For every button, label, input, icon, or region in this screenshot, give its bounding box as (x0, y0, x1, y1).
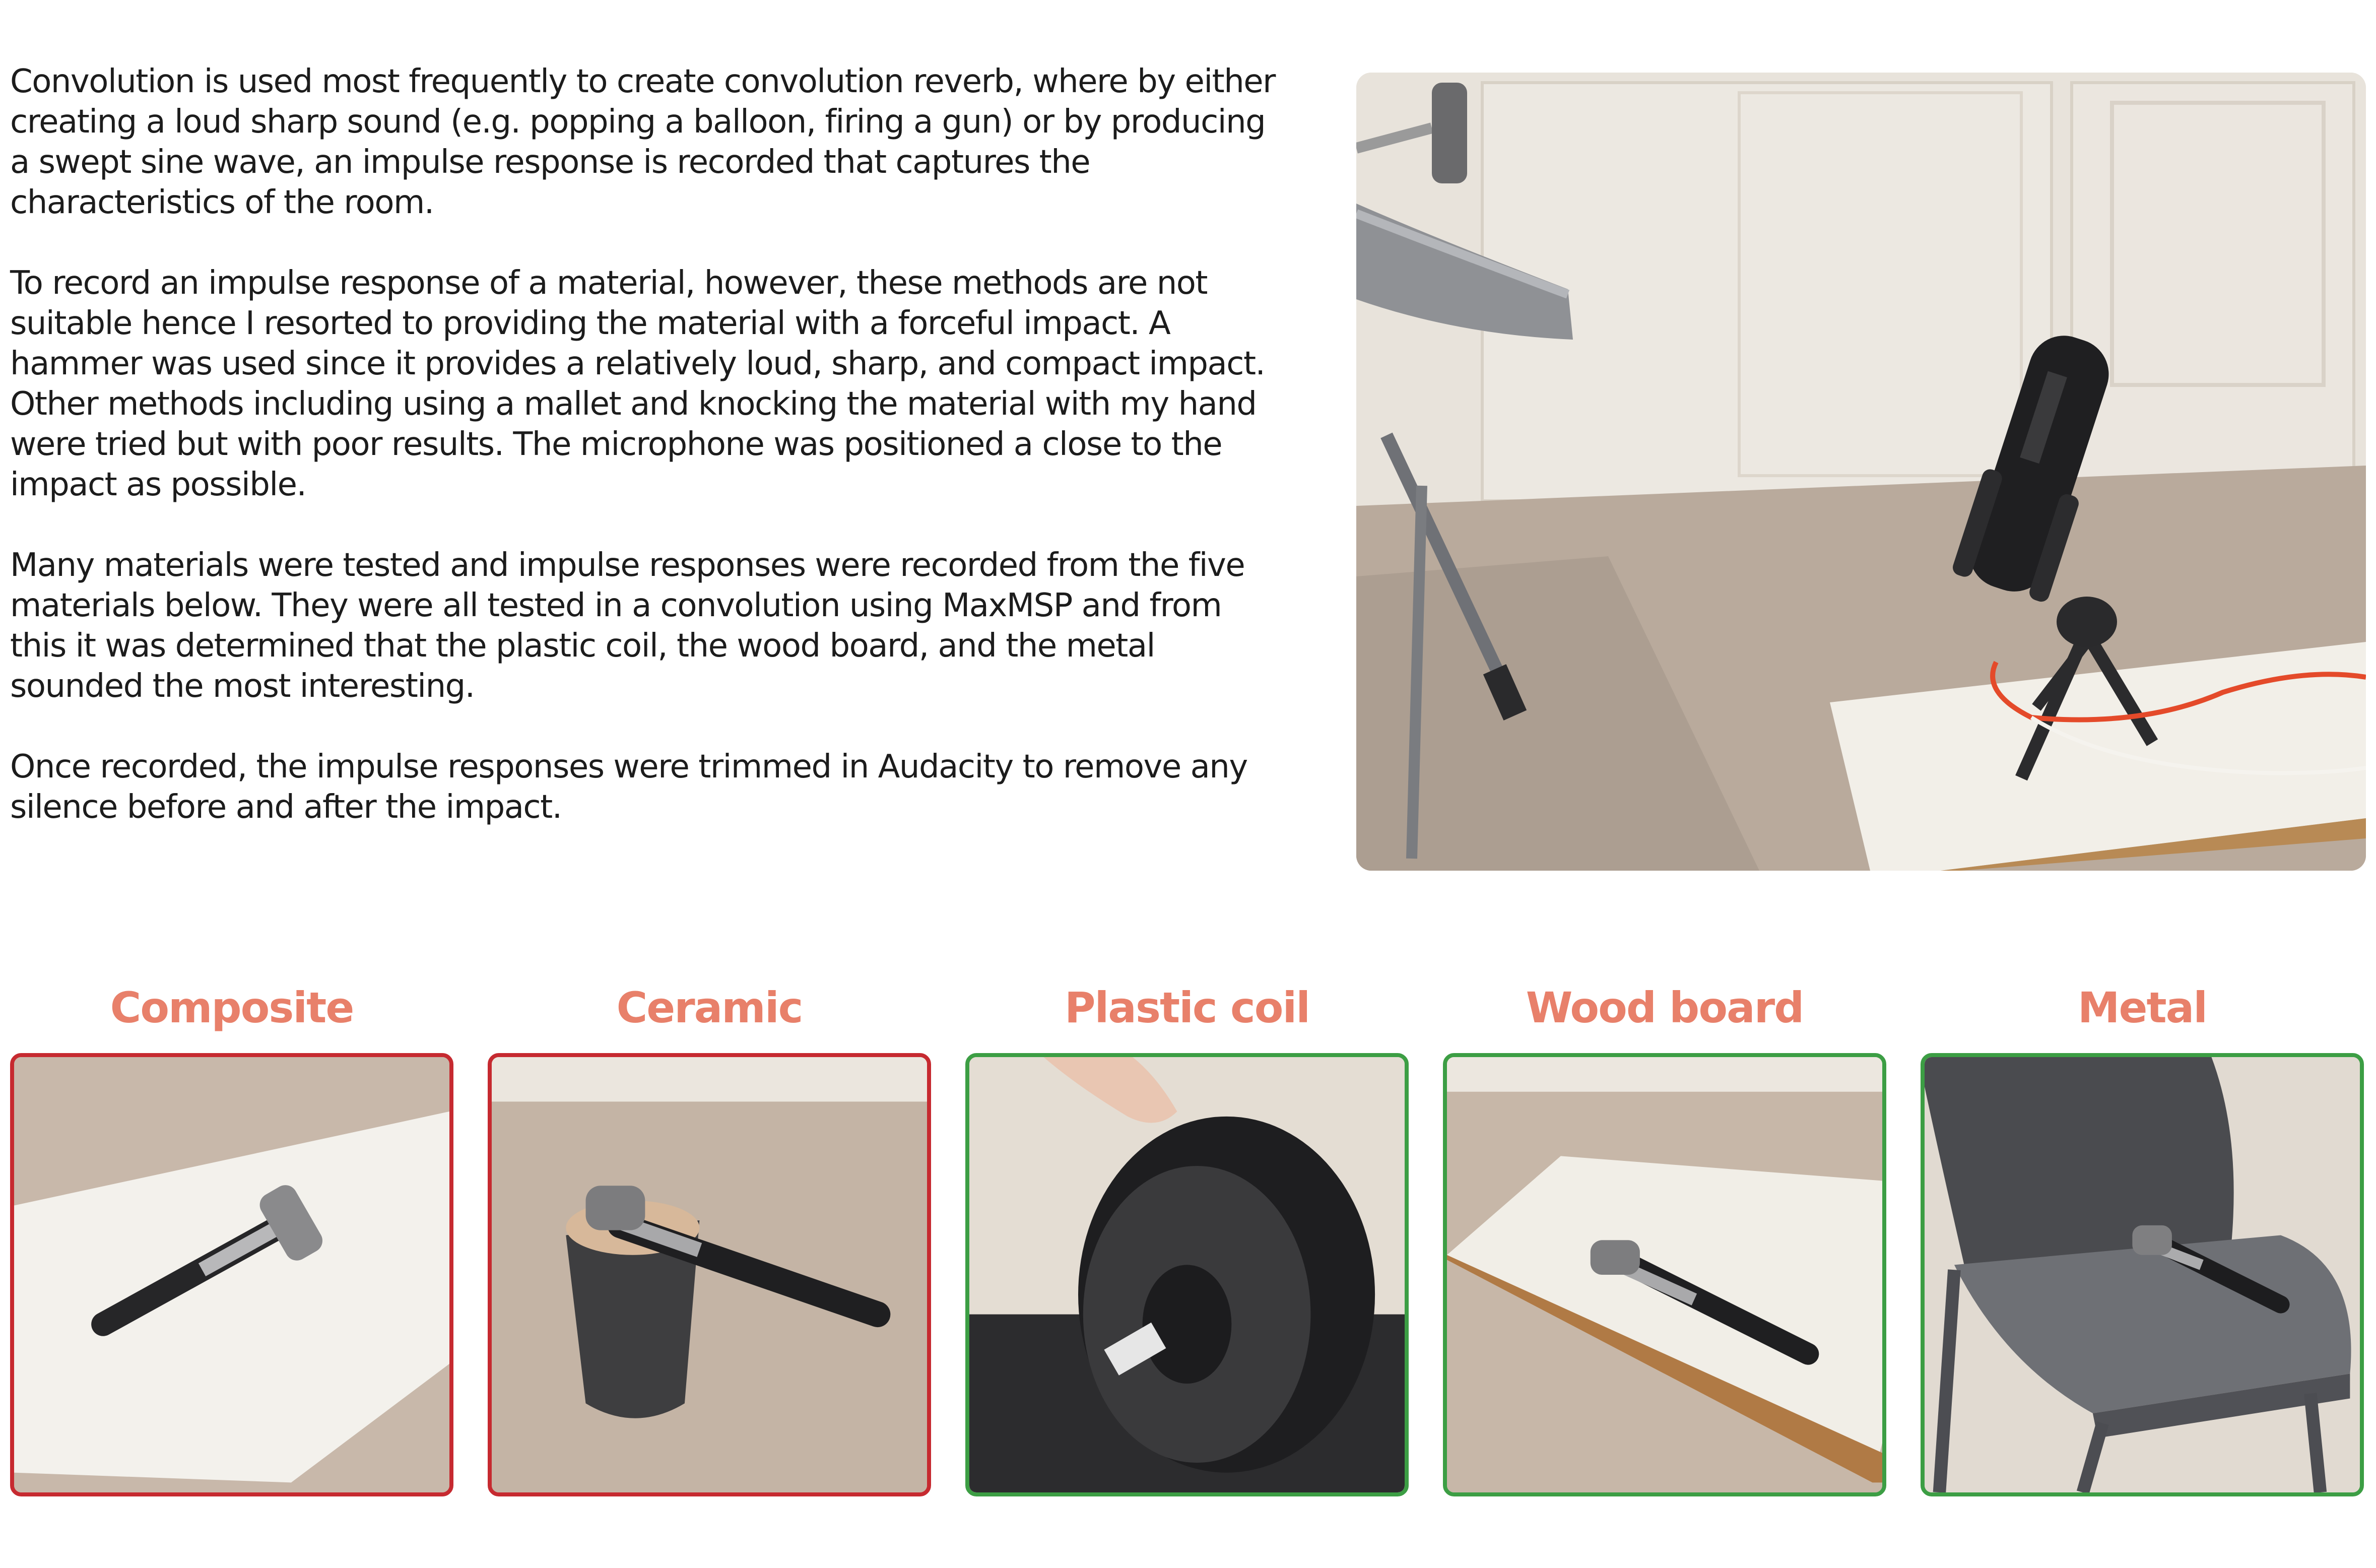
materials-row: Composite Ceramic Plastic coil Wood boar… (0, 977, 2376, 1501)
paragraph-3: Many materials were tested and impulse r… (10, 547, 1245, 705)
material-card-wood-board: Wood board (1443, 977, 1886, 1501)
material-label: Metal (2077, 983, 2208, 1032)
paragraph-1: Convolution is used most frequently to c… (10, 63, 1276, 221)
wood-board-photo (1443, 1053, 1886, 1496)
material-label: Composite (110, 983, 355, 1032)
metal-photo (1921, 1053, 2364, 1496)
material-label: Plastic coil (1064, 983, 1310, 1032)
material-card-metal: Metal (1921, 977, 2364, 1501)
paragraph-2: To record an impulse response of a mater… (10, 265, 1266, 503)
material-card-plastic-coil: Plastic coil (965, 977, 1409, 1501)
microphone-setup-photo (1356, 73, 2366, 871)
composite-photo (10, 1053, 453, 1496)
ceramic-photo (488, 1053, 931, 1496)
material-card-ceramic: Ceramic (488, 977, 931, 1501)
plastic-coil-photo (965, 1053, 1409, 1496)
body-text: Convolution is used most frequently to c… (10, 61, 1280, 827)
material-label: Ceramic (616, 983, 804, 1032)
material-label: Wood board (1526, 983, 1805, 1032)
paragraph-4: Once recorded, the impulse responses wer… (10, 748, 1248, 826)
material-card-composite: Composite (10, 977, 453, 1501)
